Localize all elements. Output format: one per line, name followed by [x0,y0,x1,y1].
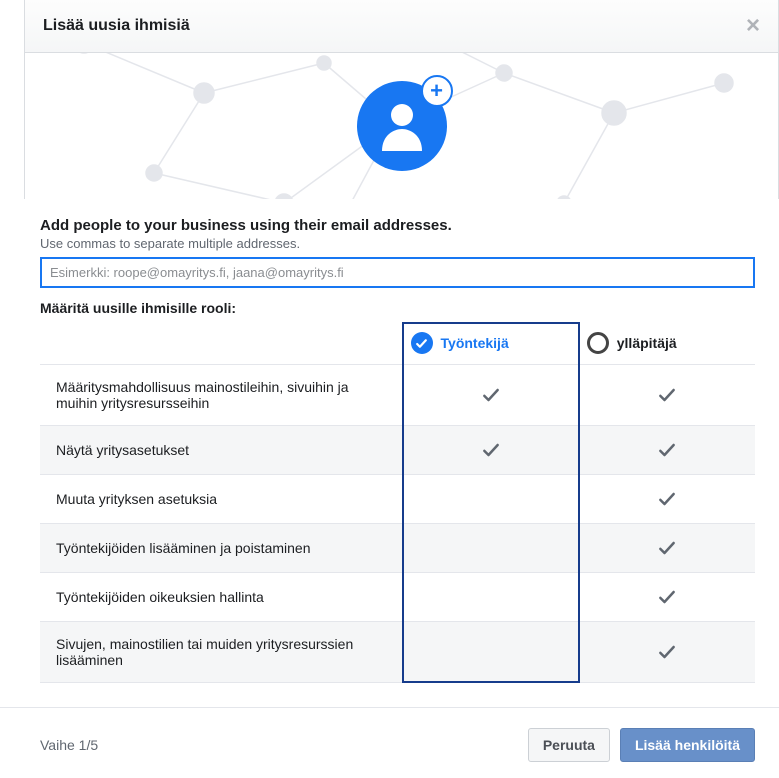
employee-check-cell [403,573,579,622]
admin-check-cell [579,426,755,475]
email-input[interactable] [40,257,755,288]
modal-footer: Vaihe 1/5 Peruuta Lisää henkilöitä [0,707,779,778]
employee-check-cell [403,475,579,524]
permission-label: Työntekijöiden oikeuksien hallinta [40,573,403,622]
check-icon [657,386,677,402]
admin-check-cell [579,524,755,573]
check-icon [657,643,677,659]
plus-badge-icon: + [421,75,453,107]
cancel-button[interactable]: Peruuta [528,728,610,762]
role-header-employee[interactable]: Työntekijä [403,322,579,365]
role-admin-label: ylläpitäjä [617,335,677,351]
empty-header [40,322,403,365]
table-row: Työntekijöiden lisääminen ja poistaminen [40,524,755,573]
radio-selected-icon [411,332,433,354]
lead-text: Add people to your business using their … [40,217,755,234]
permission-label: Työntekijöiden lisääminen ja poistaminen [40,524,403,573]
permission-label: Sivujen, mainostilien tai muiden yritysr… [40,622,403,683]
step-indicator: Vaihe 1/5 [40,737,98,753]
role-employee-label: Työntekijä [441,335,509,351]
hero-graphic: + [24,53,779,199]
admin-check-cell [579,573,755,622]
table-row: Työntekijöiden oikeuksien hallinta [40,573,755,622]
role-table-wrap: Työntekijä ylläpitäjä Määritysmahdollisu… [40,322,755,683]
close-icon[interactable]: × [746,14,760,38]
admin-check-cell [579,622,755,683]
admin-check-cell [579,475,755,524]
modal-body: Add people to your business using their … [0,199,779,683]
employee-check-cell [403,524,579,573]
modal-header: Lisää uusia ihmisiä × [24,0,779,53]
table-row: Muuta yrityksen asetuksia [40,475,755,524]
avatar-wrap: + [357,81,447,171]
check-icon [657,441,677,457]
permission-label: Määritysmahdollisuus mainostileihin, siv… [40,365,403,426]
permission-label: Näytä yritysasetukset [40,426,403,475]
check-icon [481,386,501,402]
table-row: Näytä yritysasetukset [40,426,755,475]
add-people-modal: Lisää uusia ihmisiä × [0,0,779,778]
role-section-label: Määritä uusille ihmisille rooli: [40,300,755,316]
sub-text: Use commas to separate multiple addresse… [40,236,755,251]
permission-label: Muuta yrityksen asetuksia [40,475,403,524]
check-icon [657,588,677,604]
check-icon [657,490,677,506]
role-header-admin[interactable]: ylläpitäjä [579,322,755,365]
table-row: Sivujen, mainostilien tai muiden yritysr… [40,622,755,683]
employee-check-cell [403,622,579,683]
radio-unselected-icon [587,332,609,354]
permission-rows: Määritysmahdollisuus mainostileihin, siv… [40,365,755,683]
role-comparison-table: Työntekijä ylläpitäjä Määritysmahdollisu… [40,322,755,683]
check-icon [481,441,501,457]
employee-check-cell [403,426,579,475]
submit-button[interactable]: Lisää henkilöitä [620,728,755,762]
employee-check-cell [403,365,579,426]
footer-buttons: Peruuta Lisää henkilöitä [528,728,755,762]
check-icon [657,539,677,555]
admin-check-cell [579,365,755,426]
table-row: Määritysmahdollisuus mainostileihin, siv… [40,365,755,426]
modal-title: Lisää uusia ihmisiä [43,17,190,35]
